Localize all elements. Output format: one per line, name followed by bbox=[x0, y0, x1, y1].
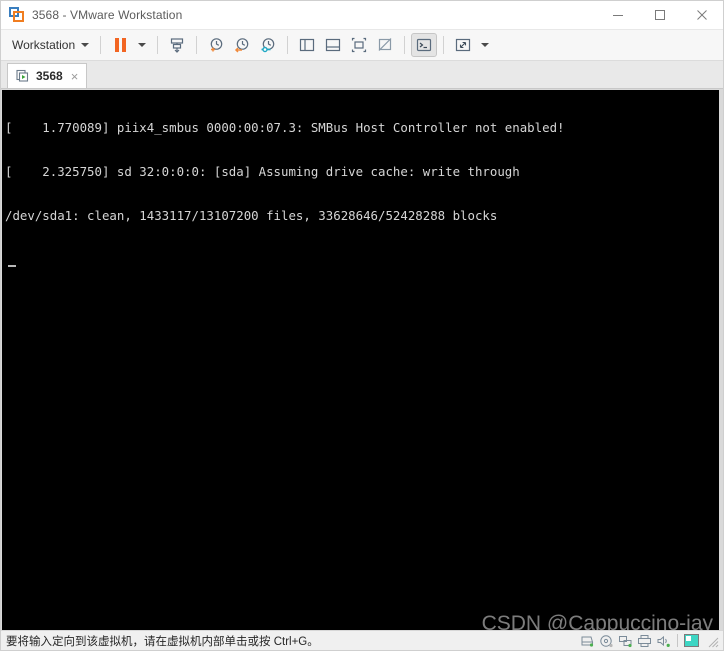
status-message: 要将输入定向到该虚拟机，请在虚拟机内部单击或按 Ctrl+G。 bbox=[6, 635, 319, 648]
window-title: 3568 - VMware Workstation bbox=[32, 8, 183, 22]
sound-card-icon bbox=[657, 635, 670, 647]
status-hard-disk-icon[interactable] bbox=[580, 633, 595, 648]
pause-dropdown-button[interactable] bbox=[133, 33, 151, 57]
toolbar-separator bbox=[157, 36, 159, 54]
toolbar-separator bbox=[443, 36, 445, 54]
stretch-arrows-icon bbox=[456, 38, 471, 52]
cd-dvd-icon bbox=[600, 634, 613, 647]
console-view-button[interactable] bbox=[411, 33, 438, 57]
snapshot-manager-button[interactable] bbox=[255, 33, 281, 57]
status-device-icons bbox=[580, 633, 723, 648]
console-output: [ 1.770089] piix4_smbus 0000:00:07.3: SM… bbox=[2, 90, 719, 296]
main-toolbar: Workstation bbox=[1, 30, 723, 61]
maximize-icon bbox=[655, 10, 665, 20]
status-separator bbox=[677, 634, 678, 647]
show-library-button[interactable] bbox=[294, 33, 320, 57]
send-key-icon bbox=[171, 38, 184, 53]
vmware-logo-icon bbox=[9, 7, 25, 23]
workstation-menu-button[interactable]: Workstation bbox=[9, 35, 94, 55]
csdn-watermark: CSDN @Cappuccino-jay bbox=[481, 612, 713, 630]
clock-manager-icon bbox=[261, 38, 275, 53]
revert-snapshot-button[interactable] bbox=[229, 33, 255, 57]
vm-console-area: [ 1.770089] piix4_smbus 0000:00:07.3: SM… bbox=[1, 89, 723, 630]
title-bar: 3568 - VMware Workstation bbox=[1, 1, 723, 30]
stretch-dropdown-button[interactable] bbox=[476, 33, 494, 57]
full-screen-button[interactable] bbox=[346, 33, 372, 57]
console-line: [ 2.325750] sd 32:0:0:0: [sda] Assuming … bbox=[5, 163, 520, 179]
maximize-button[interactable] bbox=[639, 1, 681, 29]
status-bar: 要将输入定向到该虚拟机，请在虚拟机内部单击或按 Ctrl+G。 bbox=[1, 630, 723, 650]
toolbar-separator bbox=[100, 36, 102, 54]
status-network-icon[interactable] bbox=[618, 633, 633, 648]
minimize-icon bbox=[613, 15, 623, 16]
console-prompt-icon bbox=[417, 38, 432, 52]
unity-mode-button[interactable] bbox=[372, 33, 398, 57]
status-printer-icon[interactable] bbox=[637, 633, 652, 648]
vm-tab-strip: 3568 × bbox=[1, 61, 723, 89]
vmware-workstation-window: 3568 - VMware Workstation Workstation 35… bbox=[0, 0, 724, 651]
stretch-view-button[interactable] bbox=[450, 33, 476, 57]
toolbar-separator bbox=[196, 36, 198, 54]
pause-icon bbox=[114, 38, 126, 52]
network-adapter-icon bbox=[619, 635, 632, 647]
status-cd-dvd-icon[interactable] bbox=[599, 633, 614, 648]
clock-plus-icon bbox=[210, 38, 223, 52]
close-icon bbox=[697, 10, 707, 20]
pause-vm-button[interactable] bbox=[107, 33, 133, 57]
hard-disk-icon bbox=[581, 636, 594, 647]
console-line: /dev/sda1: clean, 1433117/13107200 files… bbox=[5, 207, 498, 223]
status-sound-icon[interactable] bbox=[656, 633, 671, 648]
vm-tab-close-button[interactable]: × bbox=[69, 70, 81, 83]
chevron-down-icon bbox=[138, 43, 147, 47]
send-ctrl-alt-del-button[interactable] bbox=[164, 33, 190, 57]
chevron-down-icon bbox=[481, 43, 490, 47]
vm-tab-label: 3568 bbox=[36, 69, 63, 83]
clock-back-icon bbox=[235, 38, 249, 53]
fullscreen-icon bbox=[352, 37, 367, 53]
thumbnail-bar-icon bbox=[326, 38, 341, 52]
text-cursor bbox=[8, 265, 16, 268]
toolbar-separator bbox=[404, 36, 406, 54]
status-display-icon[interactable] bbox=[684, 634, 699, 647]
chevron-down-icon bbox=[81, 43, 90, 47]
vm-running-icon bbox=[16, 69, 29, 82]
toolbar-separator bbox=[287, 36, 289, 54]
library-panel-icon bbox=[300, 38, 315, 52]
close-button[interactable] bbox=[681, 1, 723, 29]
console-cursor-line bbox=[5, 253, 719, 268]
show-thumbnail-bar-button[interactable] bbox=[320, 33, 346, 57]
resize-grip-icon[interactable] bbox=[705, 634, 719, 648]
take-snapshot-button[interactable] bbox=[203, 33, 229, 57]
window-controls bbox=[597, 1, 723, 29]
vm-tab-3568[interactable]: 3568 × bbox=[7, 63, 88, 88]
workstation-menu-label: Workstation bbox=[12, 38, 76, 52]
guest-screen[interactable]: [ 1.770089] piix4_smbus 0000:00:07.3: SM… bbox=[2, 90, 719, 630]
unity-icon bbox=[378, 38, 392, 51]
console-line: [ 1.770089] piix4_smbus 0000:00:07.3: SM… bbox=[5, 120, 565, 136]
printer-icon bbox=[638, 634, 651, 647]
minimize-button[interactable] bbox=[597, 1, 639, 29]
